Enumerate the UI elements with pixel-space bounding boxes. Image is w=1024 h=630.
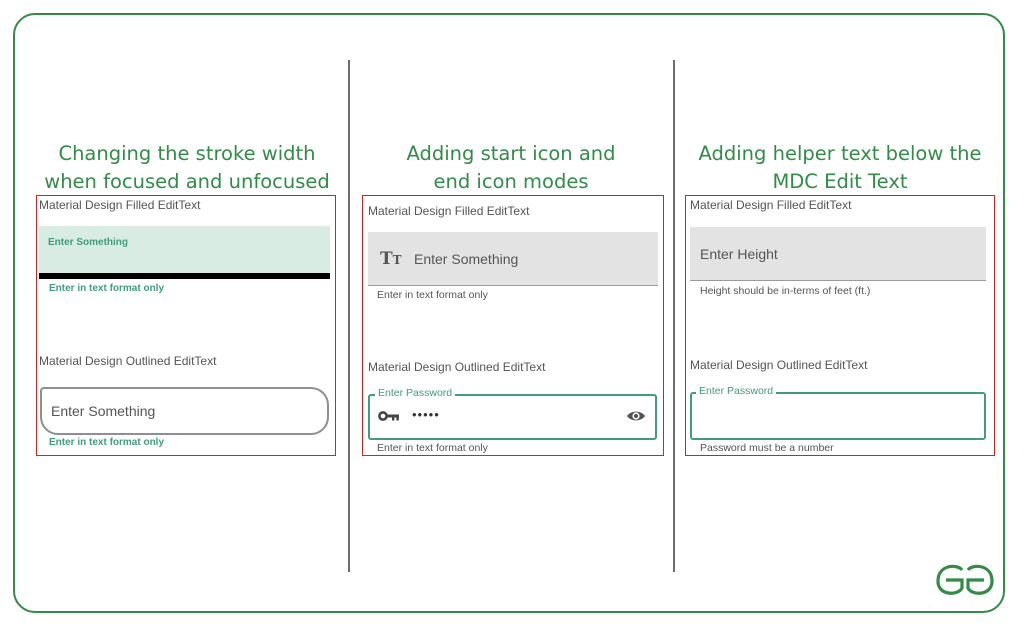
column-divider-2: [673, 60, 675, 572]
outlined-edittext-helper: Password must be a number: [700, 442, 834, 454]
filled-edittext-helper: Height should be in-terms of feet (ft.): [700, 285, 871, 297]
filled-edittext-hint: Enter Height: [700, 246, 778, 262]
password-value: •••••: [412, 407, 440, 422]
column-3-heading-line1: Adding helper text below the: [698, 142, 982, 165]
column-1-heading-line2: when focused and unfocused: [44, 170, 330, 193]
password-floating-label: Enter Password: [375, 387, 456, 399]
column-3-heading: Adding helper text below the MDC Edit Te…: [679, 140, 1001, 196]
filled-edittext-hint: Enter Something: [48, 237, 129, 248]
filled-edittext-hint: Enter Something: [414, 251, 519, 267]
outlined-edittext-label: Material Design Outlined EditText: [368, 360, 546, 374]
filled-edittext-field[interactable]: Enter Height: [690, 227, 986, 281]
password-field[interactable]: [690, 392, 986, 440]
column-2-panel: Material Design Filled EditText TT Enter…: [362, 195, 664, 456]
text-fields-icon: TT: [380, 249, 402, 269]
filled-edittext-label: Material Design Filled EditText: [39, 198, 201, 212]
filled-edittext-helper: Enter in text format only: [49, 283, 165, 294]
outlined-edittext-helper: Enter in text format only: [377, 442, 488, 454]
filled-edittext-label: Material Design Filled EditText: [690, 198, 852, 212]
column-divider-1: [348, 60, 350, 572]
filled-edittext-helper: Enter in text format only: [377, 289, 488, 301]
filled-edittext-field[interactable]: Enter Something: [39, 226, 330, 273]
filled-edittext-label: Material Design Filled EditText: [368, 204, 530, 218]
outlined-edittext-field[interactable]: Enter Something: [40, 387, 329, 435]
filled-edittext-field[interactable]: TT Enter Something: [368, 232, 658, 286]
outlined-edittext-helper: Enter in text format only: [49, 437, 165, 448]
focused-stroke-underline: [39, 273, 330, 279]
outlined-edittext-label: Material Design Outlined EditText: [690, 358, 868, 372]
column-3-heading-line2: MDC Edit Text: [772, 170, 908, 193]
password-floating-label: Enter Password: [696, 385, 777, 397]
key-icon: [378, 409, 400, 423]
column-1-heading-line1: Changing the stroke width: [58, 142, 316, 165]
column-2-heading: Adding start icon and end icon modes: [352, 140, 670, 196]
column-2-heading-line2: end icon modes: [433, 170, 589, 193]
password-field[interactable]: •••••: [368, 394, 657, 440]
outlined-edittext-label: Material Design Outlined EditText: [39, 354, 217, 368]
eye-icon[interactable]: [626, 408, 646, 424]
column-2-heading-line1: Adding start icon and: [406, 142, 616, 165]
column-1-heading: Changing the stroke width when focused a…: [28, 140, 346, 196]
column-3-panel: Material Design Filled EditText Enter He…: [685, 195, 995, 456]
outlined-edittext-hint: Enter Something: [51, 403, 156, 419]
gfg-logo-icon: [932, 560, 998, 600]
column-1-panel: Material Design Filled EditText Enter So…: [36, 195, 336, 456]
